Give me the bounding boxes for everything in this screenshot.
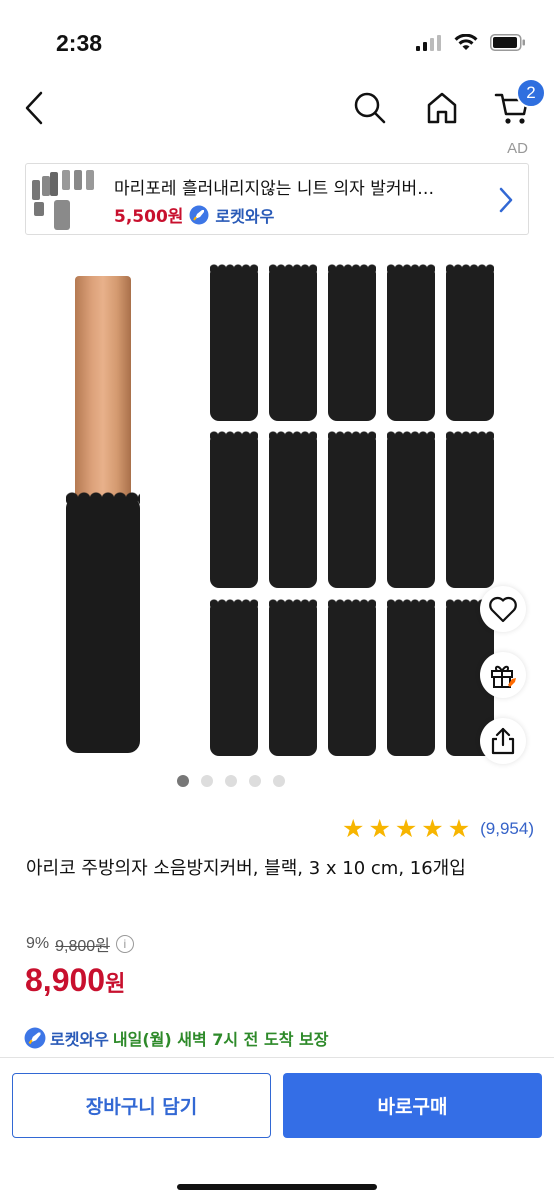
info-icon[interactable]: i (115, 935, 134, 953)
sock-image (387, 599, 435, 756)
wooden-chair-leg (75, 276, 131, 516)
cart-button[interactable]: 2 (488, 78, 546, 132)
add-to-cart-button[interactable]: 장바구니 담기 (12, 1073, 271, 1138)
cart-count-badge: 2 (516, 78, 546, 108)
star-icon: ★ (394, 814, 418, 843)
rating-row[interactable]: ★ ★ ★ ★ ★ (9,954) (342, 816, 534, 841)
chevron-left-icon (25, 91, 43, 125)
home-icon (427, 92, 457, 124)
status-time: 2:38 (56, 30, 103, 56)
original-price: 9,800원 (55, 938, 110, 955)
nav-bar: 2 (0, 78, 554, 136)
sock-image (387, 431, 435, 588)
sock-image (387, 264, 435, 421)
gift-button[interactable] (480, 652, 526, 698)
star-icon: ★ (447, 814, 471, 843)
delivery-text: 내일(월) 새벽 7시 전 도착 보장 (112, 1030, 329, 1049)
sock-image (210, 599, 258, 756)
sock-image (328, 264, 376, 421)
battery-icon (490, 34, 525, 51)
pagination-dot[interactable] (249, 775, 261, 787)
status-bar: 2:38 (0, 0, 554, 80)
search-icon (354, 92, 386, 124)
rocket-wow-icon (189, 205, 209, 224)
product-title: 아리코 주방의자 소음방지커버, 블랙, 3 x 10 cm, 16개입 (26, 858, 466, 879)
ad-label: AD (507, 140, 528, 157)
search-button[interactable] (346, 84, 394, 132)
sock-image (269, 431, 317, 588)
sock-image (269, 264, 317, 421)
wifi-icon (454, 34, 478, 50)
sock-image (269, 599, 317, 756)
pagination-dot-active[interactable] (177, 775, 189, 787)
back-button[interactable] (10, 84, 58, 132)
sale-price: 8,900원 (25, 962, 125, 999)
home-indicator (177, 1184, 377, 1190)
rocket-wow-icon (24, 1027, 46, 1049)
share-icon (491, 727, 515, 755)
gift-icon (491, 665, 516, 688)
bottom-action-bar: 장바구니 담기 바로구매 (0, 1057, 554, 1200)
delivery-rocket-label: 로켓와우 (50, 1030, 109, 1049)
heart-icon (489, 596, 517, 623)
star-icon: ★ (368, 814, 391, 843)
sale-price-unit: 원 (105, 971, 126, 996)
star-icon: ★ (421, 814, 444, 843)
home-button[interactable] (418, 84, 466, 132)
sponsored-product-banner[interactable]: 마리포레 흘러내리지않는 니트 의자 발커버… 5,500원 로켓와우 (25, 163, 529, 235)
discount-row: 9% 9,800원 i (26, 932, 134, 956)
ad-price: 5,500원 (114, 207, 184, 227)
product-image-gallery[interactable] (0, 250, 554, 795)
chevron-right-icon (499, 187, 513, 213)
sock-image (328, 431, 376, 588)
buy-now-button[interactable]: 바로구매 (283, 1073, 542, 1138)
share-button[interactable] (480, 718, 526, 764)
cellular-signal-icon (416, 34, 441, 51)
delivery-info: 로켓와우 내일(월) 새벽 7시 전 도착 보장 (24, 1026, 328, 1050)
ad-rocket-label: 로켓와우 (215, 206, 275, 226)
wishlist-button[interactable] (480, 586, 526, 632)
pagination-dot[interactable] (225, 775, 237, 787)
sock-image (328, 599, 376, 756)
sock-image (446, 264, 494, 421)
discount-rate: 9% (26, 935, 50, 952)
status-icons (416, 34, 526, 51)
sock-on-leg (66, 492, 140, 753)
sock-image (446, 431, 494, 588)
ad-product-thumbnail (28, 166, 102, 234)
sock-image (210, 431, 258, 588)
pagination-dot[interactable] (273, 775, 285, 787)
pagination-dot[interactable] (201, 775, 213, 787)
sale-price-value: 8,900 (25, 962, 106, 998)
ad-price-row: 5,500원 로켓와우 (114, 202, 274, 227)
star-icon: ★ (342, 814, 365, 843)
gallery-pagination (0, 775, 554, 787)
review-count[interactable]: (9,954) (480, 819, 534, 839)
ad-product-title: 마리포레 흘러내리지않는 니트 의자 발커버… (114, 179, 435, 199)
sock-image (210, 264, 258, 421)
